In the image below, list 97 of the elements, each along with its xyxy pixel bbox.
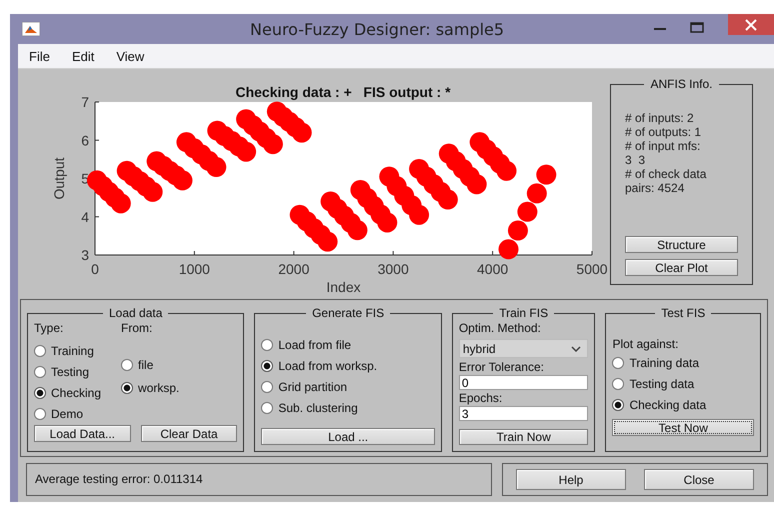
radio-label[interactable]: worksp. (138, 380, 180, 394)
test-button[interactable]: Test Now (612, 419, 754, 436)
radio-label[interactable]: Load from file (278, 338, 352, 352)
type-label: Type: (34, 320, 64, 336)
group-title: Generate FIS (311, 306, 386, 320)
data-point (110, 193, 131, 214)
tick-label: 4000 (477, 261, 508, 277)
tick-label: 6 (81, 132, 89, 148)
menu-item[interactable]: Edit (60, 48, 106, 64)
data-point (172, 170, 192, 190)
radio-label[interactable]: Grid partition (278, 380, 348, 394)
close-button[interactable] (728, 14, 774, 35)
info-text: 3 3 (625, 153, 646, 167)
close-icon[interactable] (745, 18, 757, 30)
radio-label[interactable]: file (138, 358, 154, 372)
tolerance-label: Error Tolerance: (458, 359, 545, 375)
tick-label: 0 (91, 261, 99, 277)
plot-against-label: Plot against: (612, 336, 680, 352)
info-text: # of input mfs: (625, 139, 702, 153)
chart-title: Checking data : + FIS output : * (235, 84, 451, 100)
info-text: # of outputs: 1 (625, 125, 702, 139)
tick-label: 3 (81, 247, 89, 263)
method-dropdown[interactable]: hybrid (458, 339, 588, 358)
radio-button[interactable] (261, 402, 274, 414)
tick-label: 7 (81, 94, 89, 110)
y-axis-label: Output (51, 157, 67, 200)
radio-button[interactable] (261, 338, 274, 350)
data-point (236, 142, 256, 162)
group-title: Load data (108, 306, 164, 320)
epochs-field[interactable]: 3 (458, 406, 588, 421)
chevron-icon[interactable] (571, 346, 582, 352)
menu-item[interactable]: File (18, 48, 61, 64)
radio-label[interactable]: Training data (629, 356, 700, 370)
radio-label[interactable]: Training (51, 344, 94, 358)
radio-label[interactable]: Sub. clustering (278, 400, 358, 414)
radio-label[interactable]: Demo (51, 406, 84, 420)
panel-button[interactable]: Clear Data (140, 425, 238, 442)
data-point (409, 204, 430, 225)
panel-button[interactable]: Structure (625, 236, 738, 253)
tick-label: 4 (81, 208, 89, 225)
train-button[interactable]: Train Now (458, 429, 588, 445)
tolerance-field[interactable]: 0 (458, 375, 588, 390)
x-axis-label: Index (326, 279, 361, 295)
window-title: Neuro-Fuzzy Designer: sample5 (250, 20, 504, 39)
radio-button[interactable] (612, 356, 624, 368)
app-icon (22, 22, 40, 36)
data-point (526, 183, 547, 204)
menu-item[interactable]: View (105, 48, 156, 64)
data-point (347, 220, 368, 240)
radio-button[interactable] (121, 382, 134, 394)
radio-button[interactable] (612, 378, 624, 390)
group-title: Train FIS (498, 306, 550, 320)
panel-button[interactable]: Clear Plot (625, 259, 738, 276)
data-point (318, 232, 338, 252)
data-point (438, 190, 458, 210)
data-point (262, 134, 283, 154)
info-text: # of check data (625, 167, 708, 181)
tick-label: 3000 (378, 261, 409, 277)
radio-button[interactable] (34, 408, 46, 420)
data-point (292, 122, 312, 143)
maximize-icon[interactable] (690, 22, 704, 33)
radio-button[interactable] (261, 380, 274, 392)
radio-label[interactable]: Testing (51, 364, 90, 378)
info-text: pairs: 4524 (625, 181, 686, 195)
radio-button[interactable] (612, 398, 624, 410)
radio-button[interactable] (34, 366, 46, 378)
tick-label: 5000 (576, 261, 608, 277)
data-point (498, 239, 518, 260)
info-text: # of inputs: 2 (625, 111, 695, 125)
dialog-button[interactable]: Close (644, 469, 754, 490)
data-point (496, 160, 517, 181)
from-label: From: (121, 320, 154, 336)
epochs-label: Epochs: (458, 390, 504, 406)
data-point (142, 182, 163, 202)
radio-label[interactable]: Load from worksp. (278, 358, 378, 372)
radio-button[interactable] (121, 358, 134, 370)
tick-label: 1000 (178, 261, 210, 277)
tick-label: 2000 (278, 261, 310, 277)
radio-label[interactable]: Checking (51, 386, 102, 400)
data-point (536, 164, 556, 185)
data-point (377, 212, 398, 232)
data-point (206, 157, 226, 178)
data-point (517, 202, 538, 222)
radio-button[interactable] (34, 344, 46, 356)
method-label: Optim. Method: (458, 320, 542, 336)
group-title: Test FIS (660, 306, 706, 320)
radio-button[interactable] (261, 360, 274, 372)
data-point (508, 220, 528, 241)
radio-button[interactable] (34, 386, 46, 398)
status-bar: Average testing error: 0.011314 (26, 463, 492, 496)
group-title: ANFIS Info. (649, 77, 714, 91)
load-button[interactable]: Load ... (261, 428, 435, 445)
dialog-button[interactable]: Help (516, 469, 626, 490)
data-point (466, 174, 487, 194)
panel-button[interactable]: Load Data... (34, 425, 131, 442)
radio-label[interactable]: Testing data (629, 376, 694, 390)
radio-label[interactable]: Checking data (629, 398, 706, 412)
